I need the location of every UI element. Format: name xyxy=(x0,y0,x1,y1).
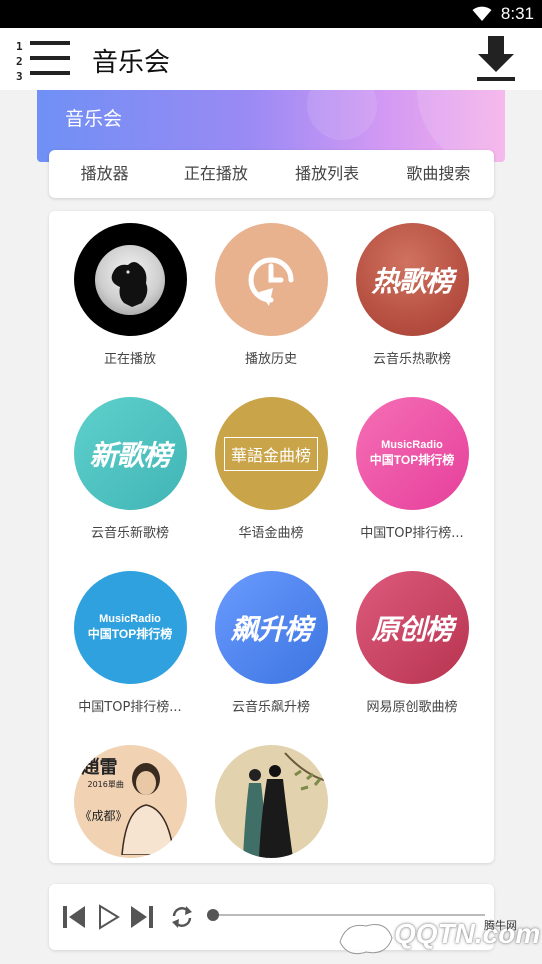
grid-item-original-chart[interactable]: 原创榜 网易原创歌曲榜 xyxy=(342,571,482,715)
logo-line: MusicRadio xyxy=(381,439,443,451)
ink-painting-album-art xyxy=(214,745,328,858)
chart-logo-text: 華語金曲榜 xyxy=(223,436,318,471)
grid-item-ink-painting[interactable] xyxy=(201,745,341,858)
singer-sketch xyxy=(120,763,175,855)
chart-logo-text: 飙升榜 xyxy=(230,612,312,646)
logo-line: 中国TOP排行榜 xyxy=(369,453,455,467)
original-chart-logo: 原创榜 xyxy=(355,571,469,684)
download-icon[interactable] xyxy=(474,34,518,84)
chart-logo-text: 热歌榜 xyxy=(371,264,453,298)
repeat-icon[interactable] xyxy=(169,904,195,930)
history-clock-icon xyxy=(214,223,328,336)
tab-now-playing[interactable]: 正在播放 xyxy=(160,150,271,198)
grid-item-top-chart-1[interactable]: MusicRadio 中国TOP排行榜 中国TOP排行榜... xyxy=(342,397,482,541)
wifi-icon xyxy=(472,6,492,22)
skip-next-icon[interactable] xyxy=(129,904,155,930)
tab-bar: 播放器 正在播放 播放列表 歌曲搜索 xyxy=(49,150,494,198)
grid-item-zhao-lei[interactable]: 趙雷 2016單曲 《成都》 xyxy=(60,745,200,858)
couple-painting xyxy=(242,752,327,858)
app-title: 音乐会 xyxy=(92,48,171,78)
svg-text:2: 2 xyxy=(16,55,23,68)
grid-item-top-chart-2[interactable]: MusicRadio 中国TOP排行榜 中国TOP排行榜... xyxy=(60,571,200,715)
music-radio-logo: MusicRadio 中国TOP排行榜 xyxy=(73,571,187,684)
numbered-list-menu-icon[interactable]: 1 2 3 xyxy=(14,38,72,82)
new-chart-logo: 新歌榜 xyxy=(73,397,187,510)
rising-chart-logo: 飙升榜 xyxy=(214,571,328,684)
chart-grid: 正在播放 播放历史 热歌榜 云音乐热歌榜 新歌榜 云音乐新歌榜 華語金曲榜 华语… xyxy=(49,211,494,863)
clock: 8:31 xyxy=(500,4,534,23)
play-icon[interactable] xyxy=(97,904,121,930)
seek-thumb[interactable] xyxy=(207,909,219,921)
zhao-lei-album-art: 趙雷 2016單曲 《成都》 xyxy=(73,745,187,858)
grid-item-label: 播放历史 xyxy=(244,352,297,367)
golden-chart-logo: 華語金曲榜 xyxy=(214,397,328,510)
watermark-small-text: 腾牛网 xyxy=(484,919,517,932)
logo-line: 中国TOP排行榜 xyxy=(87,627,173,641)
grid-item-rising-chart[interactable]: 飙升榜 云音乐飙升榜 xyxy=(201,571,341,715)
music-radio-logo: MusicRadio 中国TOP排行榜 xyxy=(355,397,469,510)
grid-item-label: 中国TOP排行榜... xyxy=(360,526,464,541)
skip-previous-icon[interactable] xyxy=(61,904,87,930)
crow-album-art xyxy=(73,223,187,336)
status-bar: 8:31 xyxy=(0,0,542,28)
watermark-text: QQTN.com xyxy=(394,918,541,949)
grid-item-label: 网易原创歌曲榜 xyxy=(366,700,458,715)
grid-item-hot-chart[interactable]: 热歌榜 云音乐热歌榜 xyxy=(342,223,482,367)
crow-icon xyxy=(111,262,147,307)
chart-logo-text: 原创榜 xyxy=(371,612,453,646)
grid-item-new-chart[interactable]: 新歌榜 云音乐新歌榜 xyxy=(60,397,200,541)
grid-item-history[interactable]: 播放历史 xyxy=(201,223,341,367)
album-art-text: 趙雷 xyxy=(81,757,118,778)
tab-player[interactable]: 播放器 xyxy=(49,150,160,198)
grid-item-golden-chart[interactable]: 華語金曲榜 华语金曲榜 xyxy=(201,397,341,541)
app-bar: 1 2 3 音乐会 xyxy=(0,28,542,90)
svg-text:3: 3 xyxy=(16,70,23,82)
banner-decoration xyxy=(307,90,377,140)
grid-item-label: 云音乐热歌榜 xyxy=(372,352,451,367)
grid-item-label: 正在播放 xyxy=(103,352,156,367)
hot-chart-logo: 热歌榜 xyxy=(355,223,469,336)
banner-title: 音乐会 xyxy=(65,108,123,130)
grid-item-label: 云音乐新歌榜 xyxy=(90,526,169,541)
chart-logo-text: 新歌榜 xyxy=(89,438,171,472)
grid-item-now-playing[interactable]: 正在播放 xyxy=(60,223,200,367)
logo-line: MusicRadio xyxy=(99,613,161,625)
grid-item-label: 华语金曲榜 xyxy=(238,526,304,541)
tab-playlist[interactable]: 播放列表 xyxy=(272,150,383,198)
grid-item-label: 中国TOP排行榜... xyxy=(78,700,182,715)
grid-item-label: 云音乐飙升榜 xyxy=(231,700,310,715)
svg-text:1: 1 xyxy=(16,40,23,53)
tab-song-search[interactable]: 歌曲搜索 xyxy=(383,150,494,198)
